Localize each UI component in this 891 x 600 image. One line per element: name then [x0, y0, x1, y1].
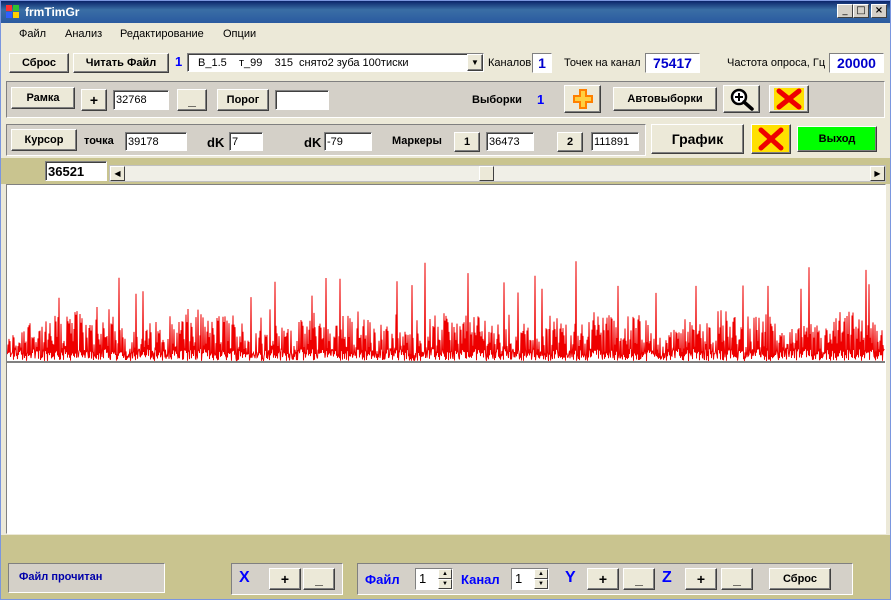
- frame-input[interactable]: 32768: [113, 90, 169, 110]
- channel-spinner[interactable]: 1 ▲ ▼: [511, 568, 549, 590]
- frequency-label: Частота опроса, Гц: [727, 57, 826, 69]
- combo-dropdown-icon[interactable]: ▼: [467, 54, 483, 71]
- cursor-button[interactable]: Курсор: [11, 129, 77, 151]
- menu-options[interactable]: Опции: [223, 28, 256, 40]
- signal-waveform: [6, 261, 885, 363]
- menu-edit[interactable]: Редактирование: [120, 28, 204, 40]
- graph-button[interactable]: График: [651, 124, 744, 154]
- signal-trace: [6, 261, 885, 362]
- window-title: frmTimGr: [25, 5, 80, 19]
- threshold-button[interactable]: Порог: [217, 89, 269, 111]
- title-bar[interactable]: frmTimGr _ □ ×: [1, 1, 890, 23]
- scroll-thumb[interactable]: [479, 166, 494, 181]
- points-label: Точек на канал: [564, 57, 641, 69]
- menu-file[interactable]: Файл: [19, 28, 46, 40]
- x-label: X: [239, 569, 250, 586]
- marker2-button[interactable]: 2: [557, 132, 583, 152]
- points-value: 75417: [645, 53, 700, 73]
- axis-reset-button[interactable]: Сброс: [769, 568, 831, 590]
- x-plus-button[interactable]: +: [269, 568, 301, 590]
- file-spinner[interactable]: 1 ▲ ▼: [415, 568, 453, 590]
- scroll-right-icon[interactable]: ▶: [870, 166, 885, 181]
- file-combo-text: В_1.5 т_99 315 снято2 зуба 100тиски: [198, 56, 409, 69]
- x-minus-button[interactable]: _: [303, 568, 335, 590]
- channels-value: 1: [532, 53, 552, 73]
- menu-bar: Файл Анализ Редактирование Опции: [1, 23, 890, 47]
- file-combo[interactable]: В_1.5 т_99 315 снято2 зуба 100тиски: [187, 53, 484, 72]
- close-button[interactable]: ×: [871, 4, 887, 18]
- marker1-button[interactable]: 1: [454, 132, 480, 152]
- frequency-value: 20000: [829, 53, 884, 73]
- exit-button[interactable]: Выход: [797, 126, 877, 152]
- dk2-label: dK: [304, 135, 322, 150]
- plus-icon: [572, 89, 593, 109]
- channel-label: Канал: [461, 572, 500, 587]
- threshold-input[interactable]: [275, 90, 329, 110]
- marker2-input[interactable]: 111891: [591, 132, 639, 151]
- reset-button[interactable]: Сброс: [9, 53, 69, 73]
- frame-plus-button[interactable]: +: [81, 89, 107, 111]
- minimize-button[interactable]: _: [837, 4, 853, 18]
- y-minus-button[interactable]: _: [623, 568, 655, 590]
- spin-up-icon[interactable]: ▲: [438, 569, 452, 579]
- signal-plot[interactable]: [6, 184, 886, 534]
- zoom-button[interactable]: [723, 85, 760, 113]
- menu-analysis[interactable]: Анализ: [65, 28, 102, 40]
- y-plus-button[interactable]: +: [587, 568, 619, 590]
- samples-label: Выборки: [472, 94, 522, 106]
- spin-up-icon[interactable]: ▲: [534, 569, 548, 579]
- z-plus-button[interactable]: +: [685, 568, 717, 590]
- z-minus-button[interactable]: _: [721, 568, 753, 590]
- dk1-input[interactable]: 7: [229, 132, 263, 151]
- markers-label: Маркеры: [392, 135, 442, 147]
- channels-label: Каналов: [488, 57, 532, 69]
- delete-sample-button[interactable]: [769, 85, 809, 113]
- auto-samples-button[interactable]: Автовыборки: [613, 87, 717, 111]
- spin-down-icon[interactable]: ▼: [438, 579, 452, 589]
- red-x-icon: [774, 88, 804, 110]
- file-index: 1: [175, 54, 183, 69]
- clear-graph-button[interactable]: [751, 124, 791, 154]
- horizontal-scrollbar[interactable]: ◀ ▶: [109, 165, 886, 182]
- status-panel: Файл прочитан: [8, 563, 165, 593]
- marker1-input[interactable]: 36473: [486, 132, 534, 151]
- frame-minus-button[interactable]: _: [177, 89, 207, 111]
- z-label: Z: [662, 569, 672, 586]
- point-input[interactable]: 39178: [125, 132, 187, 151]
- read-file-button[interactable]: Читать Файл: [73, 53, 169, 73]
- file-label: Файл: [365, 572, 400, 587]
- spin-down-icon[interactable]: ▼: [534, 579, 548, 589]
- y-label: Y: [565, 569, 576, 586]
- point-label: точка: [84, 135, 114, 147]
- samples-value: 1: [537, 92, 545, 107]
- maximize-button[interactable]: □: [853, 4, 869, 18]
- frame-button[interactable]: Рамка: [11, 87, 75, 109]
- dk2-input[interactable]: -79: [324, 132, 372, 151]
- file-spinner-value: 1: [419, 571, 427, 586]
- scroll-left-icon[interactable]: ◀: [110, 166, 125, 181]
- status-text: Файл прочитан: [19, 571, 103, 583]
- dk1-label: dK: [207, 135, 225, 150]
- position-input[interactable]: 36521: [45, 161, 107, 181]
- red-x-icon: [758, 127, 784, 151]
- add-sample-button[interactable]: [564, 85, 601, 113]
- magnifier-icon: [730, 88, 754, 111]
- channel-spinner-value: 1: [515, 571, 523, 586]
- app-icon: [6, 5, 19, 18]
- main-window: frmTimGr _ □ × Файл Анализ Редактировани…: [0, 0, 891, 600]
